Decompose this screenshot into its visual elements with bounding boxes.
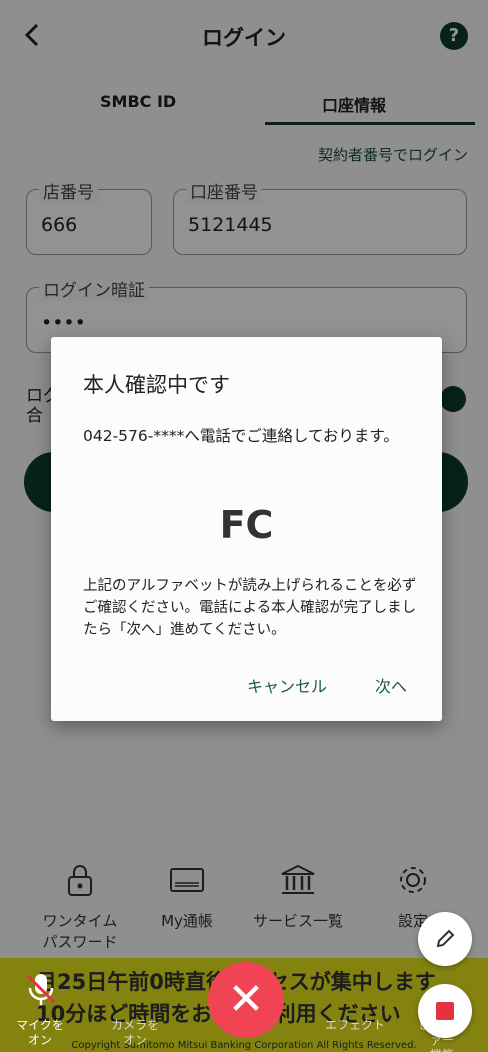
verification-code: FC [219, 503, 274, 547]
dialog-instruction: 上記のアルファベットが読み上げられることを必ずご確認ください。電話による本人確認… [83, 578, 417, 638]
camera-label-line-1: カメラを [110, 1018, 159, 1032]
mic-toggle-button[interactable] [22, 970, 60, 1008]
mic-label-line-1: マイクを [16, 1018, 64, 1032]
mic-off-icon [26, 974, 56, 1005]
identity-verification-dialog: 本人確認中です 042-576-****へ電話でご連絡しております。 FC 上記… [51, 337, 442, 721]
end-call-button[interactable]: ✕ [208, 962, 284, 1038]
stop-sharing-button[interactable] [418, 984, 472, 1038]
dialog-phone-message: 042-576-****へ電話でご連絡しております。 [83, 427, 399, 445]
camera-label[interactable]: カメラを オン [100, 1018, 170, 1048]
next-button[interactable]: 次へ [375, 673, 407, 697]
camera-label-line-2: オン [122, 1033, 147, 1047]
mic-label-line-2: オン [27, 1033, 52, 1047]
annotate-button[interactable] [418, 912, 472, 966]
effects-label[interactable]: エフェクト [320, 1018, 390, 1033]
stop-icon [436, 1002, 454, 1020]
viewfinder-label-line-2: 機能 [414, 1048, 470, 1052]
dialog-title: 本人確認中です [83, 373, 230, 397]
pencil-icon [436, 929, 455, 948]
mic-label: マイクを オン [10, 1018, 70, 1048]
cancel-button[interactable]: キャンセル [247, 673, 327, 697]
